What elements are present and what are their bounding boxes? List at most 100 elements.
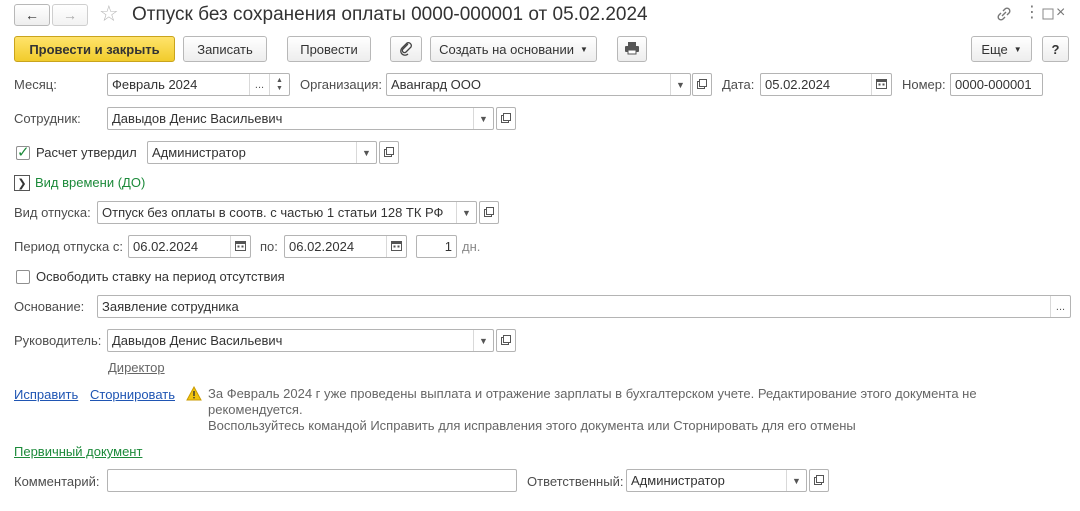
arrow-left-icon: ← <box>25 7 39 23</box>
time-kind-group-label[interactable]: Вид времени (ДО) <box>35 175 145 190</box>
manager-dropdown-button[interactable]: ▼ <box>473 330 493 351</box>
organization-dropdown-button[interactable]: ▼ <box>670 74 690 95</box>
period-from-value: 06.02.2024 <box>133 239 199 254</box>
spin-up-icon: ▲ <box>276 76 283 84</box>
period-days-field[interactable]: 1 <box>416 235 457 258</box>
paperclip-icon <box>399 40 413 59</box>
manager-value: Давыдов Денис Васильевич <box>112 333 283 348</box>
create-based-on-button[interactable]: Создать на основании ▼ <box>430 36 597 62</box>
time-kind-expand-button[interactable]: ❯ <box>14 175 30 191</box>
primary-document-link[interactable]: Первичный документ <box>14 444 142 459</box>
leave-kind-open-button[interactable] <box>479 201 499 224</box>
basis-field[interactable]: Заявление сотрудника ... <box>97 295 1071 318</box>
fix-link[interactable]: Исправить <box>14 387 78 402</box>
employee-value: Давыдов Денис Васильевич <box>112 111 283 126</box>
back-button[interactable]: ← <box>14 4 50 26</box>
leave-kind-value: Отпуск без оплаты в соотв. с частью 1 ст… <box>102 205 444 220</box>
calendar-icon <box>391 240 402 253</box>
checkmark-icon: ✓ <box>17 144 30 161</box>
chevron-down-icon: ▼ <box>676 79 685 90</box>
favorite-star-icon[interactable]: ☆ <box>99 1 119 27</box>
number-label: Номер: <box>902 77 946 92</box>
period-to-label: по: <box>260 239 278 254</box>
number-field[interactable]: 0000-000001 <box>950 73 1043 96</box>
period-from-calendar-button[interactable] <box>230 236 250 257</box>
responsible-field[interactable]: Администратор ▼ <box>626 469 807 492</box>
reverse-link[interactable]: Сторнировать <box>90 387 175 402</box>
save-button[interactable]: Записать <box>183 36 267 62</box>
basis-select-button[interactable]: ... <box>1050 296 1070 317</box>
open-icon <box>814 473 824 488</box>
manager-position-link[interactable]: Директор <box>108 360 165 375</box>
close-icon[interactable]: × <box>1056 2 1065 24</box>
manager-open-button[interactable] <box>496 329 516 352</box>
attach-button[interactable] <box>390 36 422 62</box>
comment-label: Комментарий: <box>14 474 100 489</box>
chevron-down-icon: ▼ <box>792 475 801 486</box>
warning-line-3: Воспользуйтесь командой Исправить для ис… <box>208 418 856 433</box>
create-based-on-label: Создать на основании <box>439 41 574 57</box>
calc-approved-checkbox[interactable]: ✓ <box>16 144 30 161</box>
period-to-calendar-button[interactable] <box>386 236 406 257</box>
responsible-dropdown-button[interactable]: ▼ <box>786 470 806 491</box>
period-from-label: Период отпуска с: <box>14 239 123 254</box>
calc-approved-field[interactable]: Администратор ▼ <box>147 141 377 164</box>
organization-label: Организация: <box>300 77 383 92</box>
printer-icon <box>624 41 640 58</box>
more-vertical-icon[interactable]: ⋮ <box>1024 2 1040 24</box>
open-icon <box>697 77 707 92</box>
forward-button[interactable]: → <box>52 4 88 26</box>
open-icon <box>501 111 511 126</box>
employee-field[interactable]: Давыдов Денис Васильевич ▼ <box>107 107 494 130</box>
organization-field[interactable]: Авангард ООО ▼ <box>386 73 691 96</box>
period-to-value: 06.02.2024 <box>289 239 355 254</box>
date-value: 05.02.2024 <box>765 77 831 92</box>
post-and-close-button[interactable]: Провести и закрыть <box>14 36 175 62</box>
employee-open-button[interactable] <box>496 107 516 130</box>
leave-kind-field[interactable]: Отпуск без оплаты в соотв. с частью 1 ст… <box>97 201 477 224</box>
help-button[interactable]: ? <box>1042 36 1069 62</box>
period-to-field[interactable]: 06.02.2024 <box>284 235 407 258</box>
calendar-icon <box>876 78 887 91</box>
release-rate-checkbox[interactable] <box>16 270 30 284</box>
arrow-right-icon: → <box>63 7 77 23</box>
period-days-value: 1 <box>444 239 452 254</box>
month-select-button[interactable]: ... <box>249 74 269 95</box>
responsible-label: Ответственный: <box>527 474 624 489</box>
month-field[interactable]: Февраль 2024 ... ▲ ▼ <box>107 73 290 96</box>
open-icon <box>484 205 494 220</box>
chevron-down-icon: ▼ <box>479 113 488 124</box>
link-icon[interactable] <box>994 4 1014 24</box>
chevron-down-icon: ▼ <box>579 44 588 54</box>
post-button[interactable]: Провести <box>287 36 371 62</box>
more-button[interactable]: Еще ▼ <box>971 36 1032 62</box>
spin-down-icon: ▼ <box>276 84 283 92</box>
number-value: 0000-000001 <box>955 77 1032 92</box>
organization-value: Авангард ООО <box>391 77 481 92</box>
basis-value: Заявление сотрудника <box>102 299 239 314</box>
month-spinner[interactable]: ▲ ▼ <box>269 74 289 95</box>
print-button[interactable] <box>617 36 647 62</box>
month-value: Февраль 2024 <box>112 77 198 92</box>
more-label: Еще <box>981 41 1008 57</box>
employee-dropdown-button[interactable]: ▼ <box>473 108 493 129</box>
date-field[interactable]: 05.02.2024 <box>760 73 892 96</box>
warning-icon <box>186 385 202 404</box>
basis-label: Основание: <box>14 299 85 314</box>
comment-field[interactable] <box>107 469 517 492</box>
chevron-down-icon: ▼ <box>1013 44 1022 54</box>
leave-kind-dropdown-button[interactable]: ▼ <box>456 202 476 223</box>
open-icon <box>501 333 511 348</box>
window-title: Отпуск без сохранения оплаты 0000-000001… <box>132 4 648 25</box>
release-rate-label: Освободить ставку на период отсутствия <box>36 269 285 284</box>
responsible-open-button[interactable] <box>809 469 829 492</box>
chevron-down-icon: ▼ <box>462 207 471 218</box>
chevron-right-icon: ❯ <box>17 177 27 190</box>
restore-icon[interactable] <box>1040 6 1056 22</box>
period-from-field[interactable]: 06.02.2024 <box>128 235 251 258</box>
date-calendar-button[interactable] <box>871 74 891 95</box>
manager-field[interactable]: Давыдов Денис Васильевич ▼ <box>107 329 494 352</box>
organization-open-button[interactable] <box>692 73 712 96</box>
calc-approved-open-button[interactable] <box>379 141 399 164</box>
calc-approved-dropdown-button[interactable]: ▼ <box>356 142 376 163</box>
